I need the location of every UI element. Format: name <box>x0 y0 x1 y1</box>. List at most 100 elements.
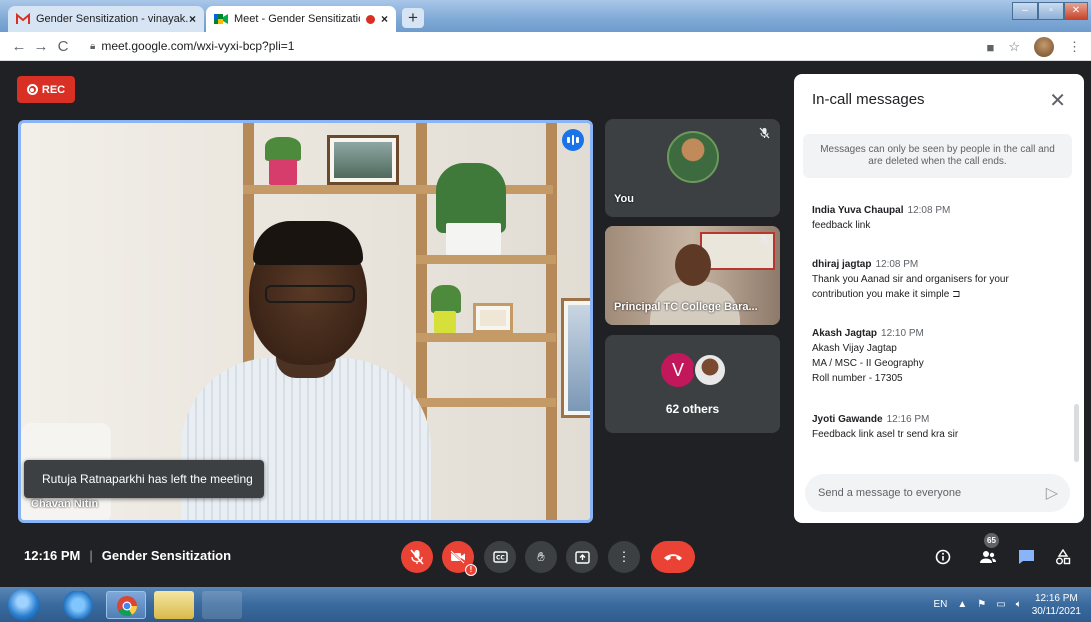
hand-icon: ✋︎ <box>537 549 545 564</box>
toolbar-right: ■ ☆ ⋮ <box>986 37 1081 57</box>
tab-gmail[interactable]: Gender Sensitization - vinayak.la × <box>8 6 204 32</box>
taskbar-time: 12:16 PM <box>1034 592 1078 604</box>
message-text: Feedback link asel tr send kra sir <box>812 429 959 440</box>
plant-pot <box>269 159 297 185</box>
address-bar: ← → C 🔒︎ meet.google.com/wxi-vyxi-bcp?pl… <box>0 32 1091 61</box>
shelf-board <box>243 185 553 194</box>
leave-call-button[interactable] <box>651 541 695 573</box>
participant-count-badge: 65 <box>984 533 999 548</box>
internet-explorer-icon[interactable] <box>58 591 98 619</box>
reload-icon[interactable]: C <box>52 38 74 55</box>
tab-close-icon[interactable]: × <box>381 12 388 26</box>
windows-start-button[interactable] <box>8 589 40 621</box>
present-icon <box>574 550 590 564</box>
panel-title: In-call messages <box>812 91 925 108</box>
message-text: MA / MSC - II Geography <box>812 358 924 369</box>
minimize-button[interactable]: – <box>1012 2 1038 20</box>
meeting-details-button[interactable] <box>929 543 957 571</box>
camera-toggle-button[interactable]: ! <box>442 541 477 576</box>
picture-frame <box>473 303 513 333</box>
rec-label: REC <box>41 83 66 96</box>
media-taskbar-button[interactable] <box>202 591 242 619</box>
chat-info-note: Messages can only be seen by people in t… <box>803 134 1072 178</box>
info-icon <box>935 549 951 565</box>
lock-icon[interactable]: 🔒︎ <box>90 41 95 52</box>
participant-head <box>675 244 711 286</box>
windows-taskbar: EN ▲ ⚑ ▭ 🔈︎ 12:16 PM 30/11/2021 <box>0 587 1091 622</box>
message-sender: Akash Jagtap <box>812 328 878 339</box>
camera-off-icon <box>450 550 465 564</box>
tile-label: Principal TC College Bara... <box>614 301 758 313</box>
input-placeholder: Send a message to everyone <box>818 487 962 499</box>
send-icon[interactable]: ▷ <box>1046 483 1058 503</box>
raise-hand-button[interactable]: ✋︎ <box>525 541 557 573</box>
message-text: feedback link <box>812 220 871 231</box>
chat-message-input[interactable]: Send a message to everyone ▷ <box>805 474 1070 512</box>
svg-text:CC: CC <box>496 555 505 562</box>
avatar <box>693 353 727 387</box>
volume-icon[interactable]: 🔈︎ <box>1016 599 1022 610</box>
message-text: contribution you make it simple ⊐ <box>812 289 961 300</box>
shelf-board <box>416 255 556 264</box>
picture-frame <box>561 298 590 418</box>
chat-message: dhiraj jagtap 12:08 PM Thank you Aanad si… <box>812 257 1062 302</box>
back-icon[interactable]: ← <box>8 38 30 55</box>
chat-message: Jyoti Gawande 12:16 PM Feedback link asel… <box>812 412 1062 442</box>
speaker-glasses <box>265 285 355 303</box>
mic-toggle-button[interactable] <box>401 541 433 573</box>
bookmark-star-icon[interactable]: ☆ <box>1008 39 1020 55</box>
chrome-taskbar-button[interactable] <box>106 591 146 619</box>
message-sender: dhiraj jagtap <box>812 259 872 270</box>
gmail-icon <box>16 12 30 25</box>
profile-avatar[interactable] <box>1034 37 1054 57</box>
present-screen-button[interactable] <box>566 541 598 573</box>
message-time: 12:08 PM <box>875 259 919 270</box>
new-tab-button[interactable]: + <box>402 8 424 28</box>
menu-dots-icon[interactable]: ⋮ <box>1068 39 1081 55</box>
speaker-hair <box>253 221 363 265</box>
message-sender: India Yuva Chaupal <box>812 205 904 216</box>
notification-toast: Rutuja Ratnaparkhi has left the meeting <box>24 460 264 498</box>
language-indicator[interactable]: EN <box>933 599 947 610</box>
plant <box>431 285 461 313</box>
participant-name: Chavan Nitin <box>31 498 99 510</box>
more-options-button[interactable]: ⋮ <box>608 541 640 573</box>
message-sender: Jyoti Gawande <box>812 414 883 425</box>
flag-icon[interactable]: ⚑ <box>977 599 986 610</box>
speaker-body <box>181 358 431 520</box>
tab-title: Meet - Gender Sensitization <box>234 13 360 25</box>
close-icon[interactable]: ✕ <box>1049 88 1066 113</box>
meet-icon <box>214 13 228 25</box>
mic-off-icon <box>759 234 770 249</box>
url-text[interactable]: meet.google.com/wxi-vyxi-bcp?pli=1 <box>101 39 294 53</box>
chat-scrollbar[interactable] <box>1074 404 1079 462</box>
activities-button[interactable] <box>1049 543 1077 571</box>
camera-icon[interactable]: ■ <box>986 40 994 55</box>
recording-indicator-icon <box>365 14 375 24</box>
meeting-name: Gender Sensitization <box>101 548 232 563</box>
message-text: Roll number - 17305 <box>812 373 903 384</box>
tile-principal[interactable]: Principal TC College Bara... <box>605 226 780 325</box>
tile-others[interactable]: V 62 others <box>605 335 780 433</box>
tab-close-icon[interactable]: × <box>189 12 196 26</box>
people-icon <box>980 551 996 563</box>
chat-icon <box>1018 550 1034 564</box>
forward-icon[interactable]: → <box>30 38 52 55</box>
tile-you[interactable]: You <box>605 119 780 217</box>
show-hidden-icons-icon[interactable]: ▲ <box>957 599 967 610</box>
shelf-board <box>416 398 556 407</box>
shapes-icon <box>1056 549 1071 565</box>
chat-button[interactable] <box>1012 543 1040 571</box>
network-icon[interactable]: ▭ <box>996 599 1005 610</box>
captions-button[interactable]: CC <box>484 541 516 573</box>
mic-off-icon <box>410 549 424 565</box>
shelf-post <box>546 123 557 520</box>
system-tray: EN ▲ ⚑ ▭ 🔈︎ 12:16 PM 30/11/2021 <box>933 587 1091 622</box>
maximize-button[interactable]: ▫ <box>1038 2 1064 20</box>
close-window-button[interactable]: ✕ <box>1064 2 1088 20</box>
taskbar-clock[interactable]: 12:16 PM 30/11/2021 <box>1032 592 1081 618</box>
meeting-info: 12:16 PM | Gender Sensitization <box>24 548 231 563</box>
chat-message: India Yuva Chaupal 12:08 PM feedback link <box>812 203 1062 233</box>
file-explorer-icon[interactable] <box>154 591 194 619</box>
tab-meet[interactable]: Meet - Gender Sensitization × <box>206 6 396 32</box>
